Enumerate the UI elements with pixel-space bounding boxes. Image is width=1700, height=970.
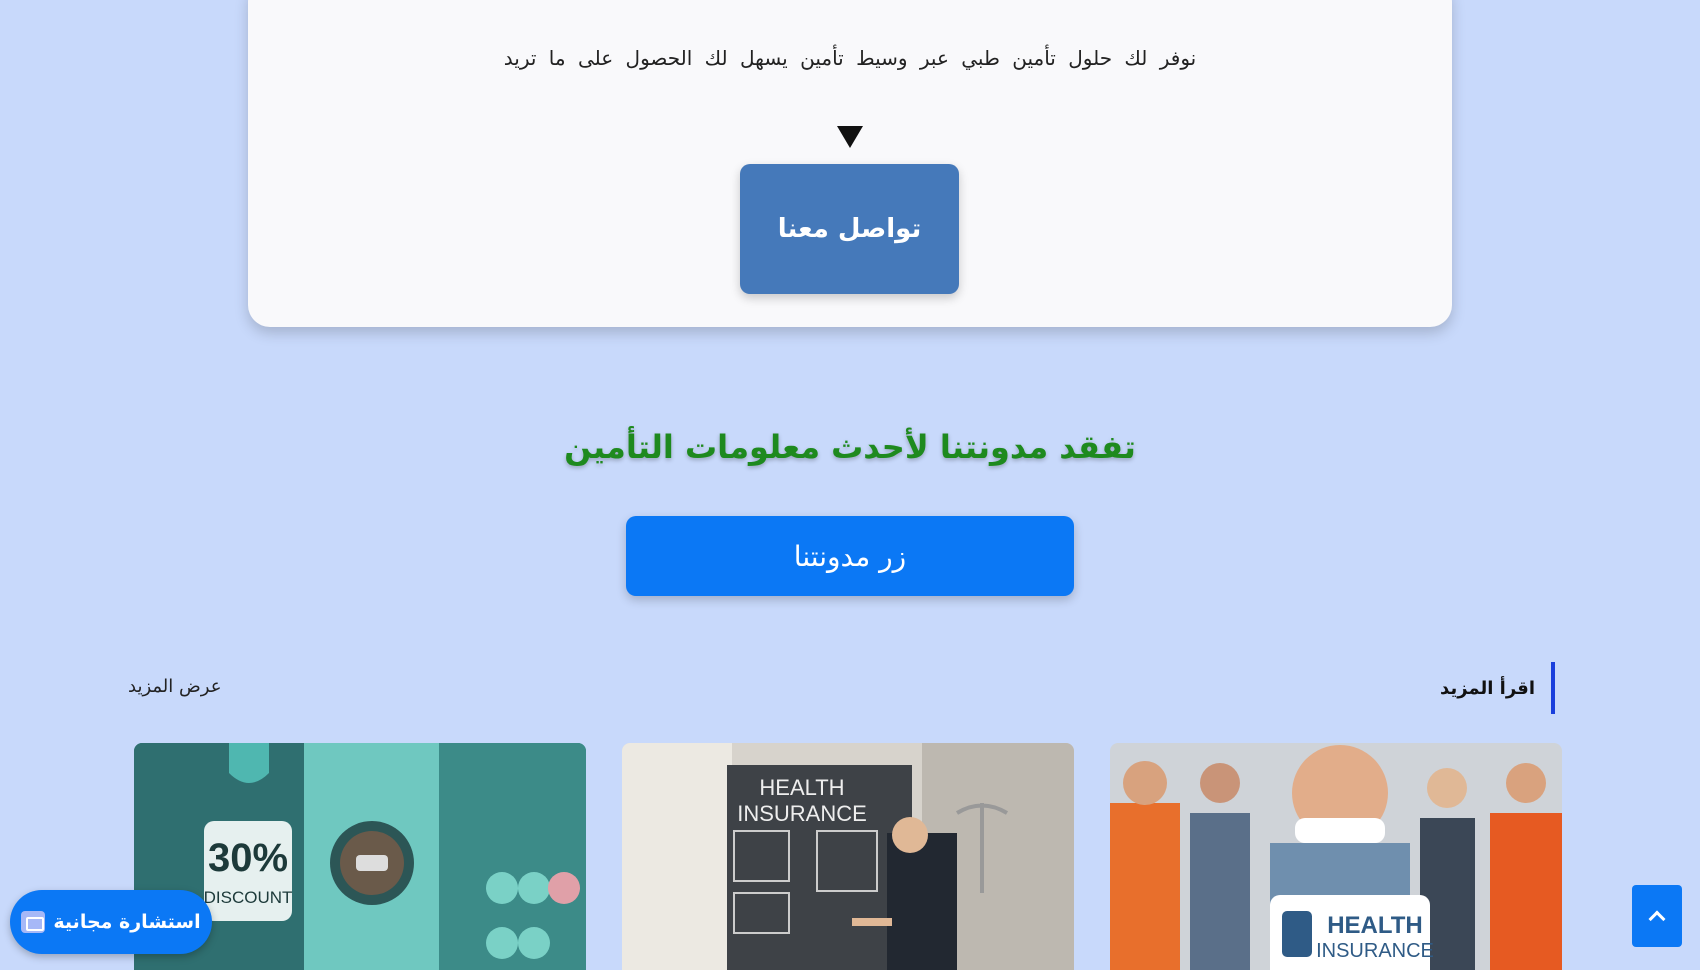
read-more-title: اقرأ المزيد	[1440, 662, 1555, 714]
workers-caption-line1: HEALTH	[1327, 912, 1423, 939]
consult-label: استشارة مجانية	[53, 911, 201, 933]
mail-icon	[21, 911, 46, 933]
post-thumbnail-presentation[interactable]: HEALTH INSURANCE	[622, 743, 1074, 970]
contact-us-button[interactable]: تواصل معنا	[740, 164, 959, 294]
scroll-to-top-button[interactable]	[1632, 885, 1682, 947]
free-consultation-button[interactable]: استشارة مجانية	[10, 890, 212, 954]
discount-percent-text: 30%	[208, 836, 288, 880]
workers-caption-line2: INSURANCE	[1316, 940, 1434, 962]
presentation-title-line2: INSURANCE	[737, 801, 867, 826]
hero-text: نوفر لك حلول تأمين طبي عبر وسيط تأمين يس…	[503, 46, 1197, 70]
visit-blog-button[interactable]: زر مدونتنا	[626, 516, 1074, 596]
workers-illustration: HEALTH INSURANCE	[1110, 743, 1562, 970]
down-arrow-icon	[837, 126, 863, 148]
blog-heading: تفقد مدونتنا لأحدث معلومات التأمين	[564, 428, 1136, 466]
chevron-up-icon	[1648, 910, 1666, 928]
discount-label-text: DISCOUNT	[204, 888, 293, 907]
post-thumbnail-workers[interactable]: HEALTH INSURANCE	[1110, 743, 1562, 970]
presentation-title-line1: HEALTH	[759, 775, 844, 800]
presentation-illustration: HEALTH INSURANCE	[622, 743, 1074, 970]
view-more-link[interactable]: عرض المزيد	[128, 676, 221, 697]
